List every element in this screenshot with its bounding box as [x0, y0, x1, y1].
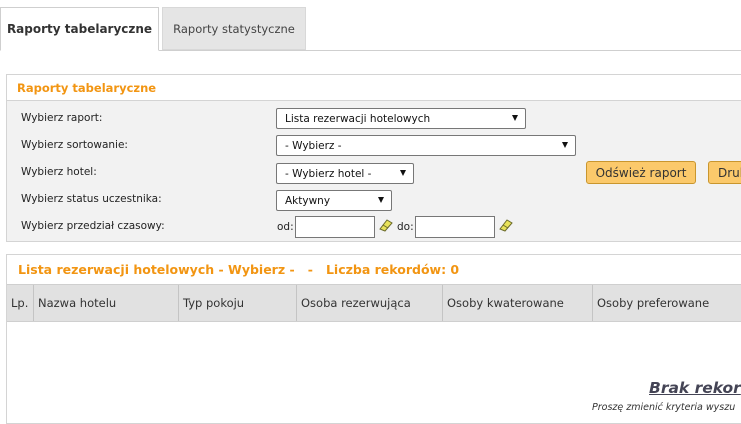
column-header[interactable]: Osoby kwaterowane [443, 285, 593, 321]
refresh-report-button[interactable]: Odśwież raport [586, 161, 696, 184]
refresh-report-label: Odśwież raport [595, 165, 687, 180]
tab-label: Raporty tabelaryczne [6, 22, 153, 36]
column-header[interactable]: Lp. [7, 285, 34, 321]
results-panel: Lista rezerwacji hotelowych - Wybierz - … [6, 254, 741, 424]
hotel-select-value: - Wybierz hotel - [285, 167, 372, 180]
tab-label: Raporty statystyczne [173, 21, 295, 36]
print-button-label: Druk [718, 165, 741, 180]
chevron-down-icon [562, 142, 568, 148]
column-header[interactable]: Nazwa hotelu [34, 285, 179, 321]
empty-state-title: Brak rekor [649, 379, 741, 397]
sort-select-value: - Wybierz - [285, 139, 342, 152]
date-to-input[interactable] [415, 216, 495, 238]
eraser-icon[interactable] [499, 218, 513, 232]
filter-panel: Raporty tabelaryczne Wybierz raport: Lis… [6, 74, 741, 242]
column-header[interactable]: Typ pokoju [179, 285, 297, 321]
to-label: do: [397, 221, 414, 233]
hotel-select[interactable]: - Wybierz hotel - [276, 163, 414, 184]
table-header: Lp. Nazwa hotelu Typ pokoju Osoba rezerw… [7, 284, 741, 322]
report-select[interactable]: Lista rezerwacji hotelowych [276, 108, 526, 129]
chevron-down-icon [512, 115, 518, 121]
tab-raporty-statystyczne[interactable]: Raporty statystyczne [162, 7, 306, 50]
report-label: Wybierz raport: [21, 112, 103, 124]
chevron-down-icon [400, 170, 406, 176]
from-label: od: [277, 221, 294, 233]
hotel-label: Wybierz hotel: [21, 166, 97, 178]
column-header[interactable]: Osoby preferowane [593, 285, 741, 321]
results-title: Lista rezerwacji hotelowych - Wybierz - … [18, 262, 460, 277]
tab-bar: Raporty tabelaryczne Raporty statystyczn… [0, 0, 741, 51]
sort-select[interactable]: - Wybierz - [276, 135, 576, 156]
tab-raporty-tabelaryczne[interactable]: Raporty tabelaryczne [0, 7, 159, 51]
status-select-value: Aktywny [285, 194, 331, 207]
empty-state-subtitle: Proszę zmienić kryteria wyszu [592, 402, 736, 413]
sort-label: Wybierz sortowanie: [21, 139, 128, 151]
status-label: Wybierz status uczestnika: [21, 193, 162, 205]
filter-panel-title: Raporty tabelaryczne [17, 81, 157, 95]
range-label: Wybierz przedział czasowy: [21, 220, 165, 232]
print-button[interactable]: Druk [708, 161, 741, 184]
report-select-value: Lista rezerwacji hotelowych [285, 112, 431, 125]
eraser-icon[interactable] [379, 218, 393, 232]
chevron-down-icon [378, 197, 384, 203]
column-header[interactable]: Osoba rezerwująca [297, 285, 443, 321]
status-select[interactable]: Aktywny [276, 190, 392, 211]
filter-panel-header: Raporty tabelaryczne [7, 75, 741, 101]
date-from-input[interactable] [295, 216, 375, 238]
